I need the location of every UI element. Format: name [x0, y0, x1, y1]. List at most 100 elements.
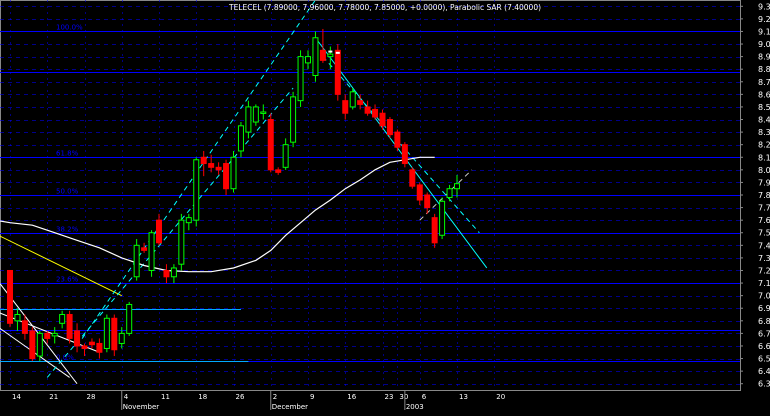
fib-level-label: 61.8% — [56, 150, 79, 158]
candle-up — [454, 183, 460, 190]
candle-down — [163, 269, 170, 278]
chart-svg: 100.0%61.8%50.0%38.2%23.6%0.0%6.36.46.56… — [0, 0, 770, 412]
candle-down — [215, 166, 222, 171]
y-axis-tick-label: 6.3 — [758, 380, 770, 389]
x-axis-month-label: 2003 — [406, 403, 424, 411]
candle-up — [185, 217, 192, 224]
x-axis-tick-label: 30 — [399, 393, 408, 401]
candle-down — [44, 332, 51, 339]
candle-down — [156, 219, 162, 244]
y-axis-tick-label: 8.9 — [758, 53, 770, 62]
y-axis-tick-label: 8.0 — [758, 166, 770, 175]
candle-up — [237, 125, 244, 152]
parabolic-sar-dot — [335, 51, 340, 54]
candle-up — [103, 317, 110, 349]
candle-up — [193, 159, 200, 221]
fib-level-label: 100.0% — [56, 24, 83, 32]
candle-up — [282, 144, 289, 168]
y-axis-tick-label: 7.2 — [758, 266, 770, 275]
y-axis-tick-label: 7.8 — [758, 191, 770, 200]
y-axis-tick-label: 8.1 — [758, 153, 770, 162]
fib-level-label: 50.0% — [56, 188, 79, 196]
candle-up — [126, 303, 133, 334]
x-axis-tick-label: 28 — [87, 393, 96, 401]
x-axis-tick-label: 9 — [310, 393, 314, 401]
x-axis-tick-label: 4 — [124, 393, 129, 401]
x-axis-tick-label: 16 — [347, 393, 356, 401]
y-axis-tick-label: 8.4 — [758, 116, 770, 125]
y-axis-tick-label: 8.7 — [758, 78, 770, 87]
candle-up — [312, 37, 319, 76]
x-axis-month-label: December — [272, 403, 308, 411]
candle-up — [260, 111, 267, 114]
y-axis-tick-label: 9.3 — [758, 2, 770, 11]
candle-down — [81, 345, 88, 349]
candle-up — [297, 56, 304, 102]
x-axis-tick-label: 20 — [496, 393, 505, 401]
candle-up — [133, 244, 140, 278]
y-axis-tick-label: 6.5 — [758, 355, 770, 364]
candle-down — [208, 163, 215, 168]
candle-down — [21, 320, 28, 334]
candle-down — [319, 49, 326, 61]
x-axis-tick-label: 18 — [198, 393, 207, 401]
y-axis-tick-label: 7.7 — [758, 204, 770, 213]
y-axis-tick-label: 8.5 — [758, 103, 770, 112]
candle-up — [446, 188, 453, 199]
y-axis-tick-label: 6.4 — [758, 367, 770, 376]
candle-down — [424, 194, 431, 209]
x-axis-tick-label: 11 — [161, 393, 170, 401]
candle-down — [88, 341, 95, 346]
candlestick-chart: 100.0% 61.8% 50.0% 38.2% 23.6% 0.0% 6.3 6.4 6.5 6… — [0, 0, 770, 412]
x-axis-tick-label: 23 — [385, 393, 394, 401]
candle-down — [394, 131, 401, 148]
candle-down — [372, 108, 379, 118]
y-axis-tick-label: 8.8 — [758, 65, 770, 74]
y-axis-tick-label: 9.0 — [758, 40, 770, 49]
candle-up — [59, 314, 66, 324]
candle-down — [66, 314, 73, 339]
x-axis-tick-label: 21 — [49, 393, 58, 401]
candle-up — [36, 332, 43, 357]
candle-up — [439, 200, 446, 236]
candle-down — [96, 342, 103, 353]
y-axis-tick-label: 6.8 — [758, 317, 770, 326]
candle-down — [111, 317, 118, 351]
candle-down — [357, 100, 364, 105]
candle-down — [401, 144, 408, 165]
x-axis-tick-label: 2 — [273, 393, 277, 401]
candle-down — [364, 106, 371, 114]
y-axis-tick-label: 7.9 — [758, 178, 770, 187]
fib-level-label: 23.6% — [56, 276, 79, 284]
candle-down — [200, 156, 207, 165]
y-axis-tick-label: 6.9 — [758, 304, 770, 313]
candle-up — [290, 96, 297, 143]
candle-up — [118, 332, 125, 344]
candle-down — [334, 49, 341, 95]
candle-down — [386, 119, 393, 136]
candle-up — [178, 219, 185, 265]
y-axis-tick-label: 7.4 — [758, 241, 770, 250]
candle-up — [252, 106, 259, 123]
x-axis-tick-label: 6 — [422, 393, 427, 401]
candle-down — [29, 330, 36, 360]
y-axis-tick-label: 6.6 — [758, 342, 770, 351]
candle-up — [148, 232, 155, 271]
y-axis-tick-label: 7.1 — [758, 279, 770, 288]
candle-down — [379, 112, 386, 127]
candle-up — [305, 56, 311, 64]
candle-up — [327, 53, 334, 58]
candle-down — [141, 247, 148, 251]
y-axis-tick-label: 9.2 — [758, 15, 770, 24]
y-axis-tick-label: 7.3 — [758, 254, 770, 263]
candle-down — [431, 217, 438, 244]
candle-up — [14, 314, 21, 322]
candle-down — [267, 119, 274, 171]
y-axis-tick-label: 7.6 — [758, 216, 770, 225]
candle-down — [74, 330, 81, 347]
candle-down — [409, 169, 416, 187]
candle-up — [170, 267, 177, 278]
chart-title: TELECEL (7.89000, 7.96000, 7.78000, 7.85… — [228, 3, 541, 12]
y-axis-tick-label: 7.0 — [758, 292, 770, 301]
candle-up — [349, 91, 356, 108]
